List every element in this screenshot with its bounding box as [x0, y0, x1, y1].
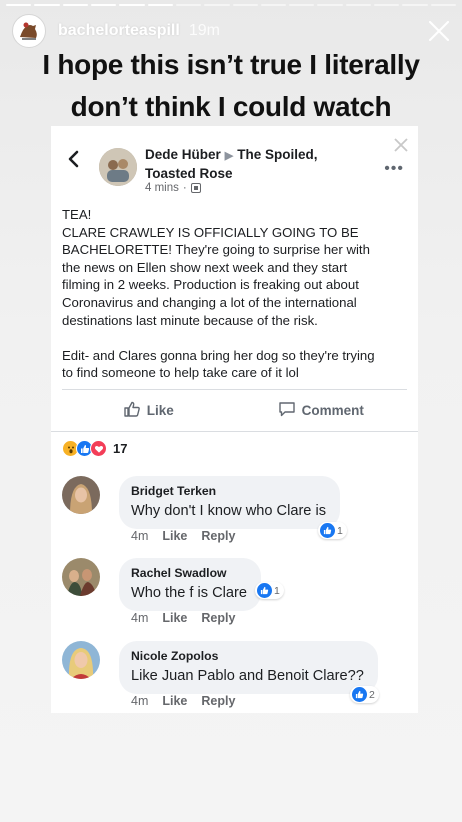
progress-segment	[204, 4, 230, 6]
body-line: filming in 2 weeks. Production is freaki…	[62, 277, 359, 293]
body-line: Coronavirus and changing a lot of the in…	[62, 294, 357, 310]
body-line: BACHELORETTE! They're going to surprise …	[62, 242, 370, 258]
close-icon[interactable]	[426, 18, 452, 44]
comment-meta: 4m Like Reply	[131, 611, 235, 625]
comment-text: Like Juan Pablo and Benoit Clare??	[131, 668, 364, 684]
comment-reaction-badge[interactable]: 2	[350, 686, 379, 703]
progress-segment	[175, 4, 202, 6]
progress-segment	[232, 4, 258, 6]
comment-text: Who the f is Clare	[131, 585, 247, 601]
comment-reply-button[interactable]: Reply	[201, 611, 235, 625]
progress-segment	[345, 4, 372, 6]
comment-time: 4m	[131, 529, 149, 543]
meta-separator: ·	[182, 182, 187, 194]
comment-like-button[interactable]: Like	[162, 611, 187, 625]
post-actions: Like Comment	[62, 396, 407, 424]
post-time: 4 mins	[145, 182, 179, 194]
progress-segment	[119, 4, 145, 6]
close-icon[interactable]	[392, 136, 410, 159]
comment-item: Bridget Terken Why don't I know who Clar…	[62, 476, 407, 556]
commenter-name[interactable]: Rachel Swadlow	[131, 565, 247, 581]
like-thumb-icon	[123, 400, 141, 421]
reactions-summary[interactable]: 17	[62, 440, 127, 457]
comment-reply-button[interactable]: Reply	[201, 694, 235, 708]
reaction-count: 17	[113, 441, 128, 456]
like-button[interactable]: Like	[62, 396, 235, 424]
post-author-line: Dede Hüber ▶ The Spoiled, Toasted Rose	[145, 146, 365, 182]
progress-segment	[317, 4, 343, 6]
progress-segment	[147, 4, 173, 6]
audience-icon	[190, 183, 201, 193]
story-avatar-icon[interactable]	[12, 14, 46, 48]
comment-reply-button[interactable]: Reply	[201, 529, 235, 543]
comment-text: Why don't I know who Clare is	[131, 503, 327, 519]
like-reaction-icon	[352, 687, 367, 702]
progress-segment	[6, 4, 32, 6]
body-line: destinations last minute because of the …	[62, 312, 318, 328]
more-dots-icon[interactable]: •••	[384, 160, 404, 178]
progress-segment	[34, 4, 60, 6]
caption-line-2: don’t think I could watch	[70, 91, 392, 122]
post-author[interactable]: Dede Hüber	[145, 147, 221, 162]
story-username[interactable]: bachelorteaspill	[58, 22, 180, 40]
arrow-right-icon: ▶	[224, 150, 234, 162]
progress-segment	[90, 4, 117, 6]
progress-segment	[374, 4, 400, 6]
comment-time: 4m	[131, 694, 149, 708]
comment-button[interactable]: Comment	[235, 396, 408, 424]
avatar[interactable]	[62, 558, 100, 596]
comment-like-button[interactable]: Like	[162, 694, 187, 708]
progress-segment	[62, 4, 88, 6]
body-line: the news on Ellen show next week and the…	[62, 259, 348, 275]
comment-reaction-badge[interactable]: 1	[255, 582, 284, 599]
back-chevron-icon[interactable]	[67, 150, 79, 173]
love-reaction-icon	[90, 440, 107, 457]
comment-reaction-count: 2	[369, 688, 375, 701]
edit-line: Edit- and Clares gonna bring her dog so …	[62, 347, 375, 363]
comment-time: 4m	[131, 611, 149, 625]
story-progress-bar	[6, 4, 456, 7]
divider	[51, 431, 418, 432]
comment-label: Comment	[301, 402, 364, 418]
commenter-name[interactable]: Nicole Zopolos	[131, 648, 364, 664]
comment-like-button[interactable]: Like	[162, 529, 187, 543]
commenter-name[interactable]: Bridget Terken	[131, 483, 326, 499]
comment-reaction-count: 1	[274, 584, 280, 597]
progress-segment	[289, 4, 315, 6]
comment-meta: 4m Like Reply	[131, 529, 235, 543]
story-time: 19m	[188, 22, 220, 39]
comment-meta: 4m Like Reply	[131, 694, 235, 708]
body-line: TEA!	[62, 207, 92, 222]
comment-bubble: Bridget Terken Why don't I know who Clar…	[119, 476, 341, 529]
edit-line: to find someone to help take care of it …	[62, 365, 299, 381]
caption-line-1: I hope this isn’t true I literally	[42, 49, 420, 80]
avatar[interactable]	[62, 476, 100, 514]
facebook-post-card: Dede Hüber ▶ The Spoiled, Toasted Rose 4 m…	[51, 126, 418, 713]
like-reaction-icon	[257, 583, 272, 598]
like-reaction-icon	[320, 523, 335, 538]
post-body: TEA! CLARE CRAWLEY IS OFFICIALLY GOING T…	[62, 206, 407, 382]
post-meta: 4 mins ·	[145, 182, 201, 194]
progress-segment	[260, 4, 287, 6]
like-label: Like	[146, 402, 174, 418]
comment-reaction-count: 1	[337, 524, 343, 537]
comment-bubble: Rachel Swadlow Who the f is Clare	[119, 558, 261, 611]
progress-segment	[402, 4, 428, 6]
comment-reaction-badge[interactable]: 1	[318, 522, 347, 539]
comment-item: Rachel Swadlow Who the f is Clare 1 4m L…	[62, 558, 407, 638]
story-header: bachelorteaspill 19m	[12, 14, 452, 48]
progress-segment	[430, 4, 456, 6]
avatar[interactable]	[62, 641, 100, 679]
comment-icon	[278, 400, 296, 421]
post-header: Dede Hüber ▶ The Spoiled, Toasted Rose 4 m…	[51, 136, 418, 194]
body-line: CLARE CRAWLEY IS OFFICIALLY GOING TO BE	[62, 224, 359, 240]
poster-avatar[interactable]	[99, 148, 137, 186]
comment-bubble: Nicole Zopolos Like Juan Pablo and Benoi…	[119, 641, 378, 694]
story-caption: I hope this isn’t true I literally don’t…	[0, 44, 462, 128]
comment-item: Nicole Zopolos Like Juan Pablo and Benoi…	[62, 641, 407, 721]
divider	[62, 389, 407, 390]
